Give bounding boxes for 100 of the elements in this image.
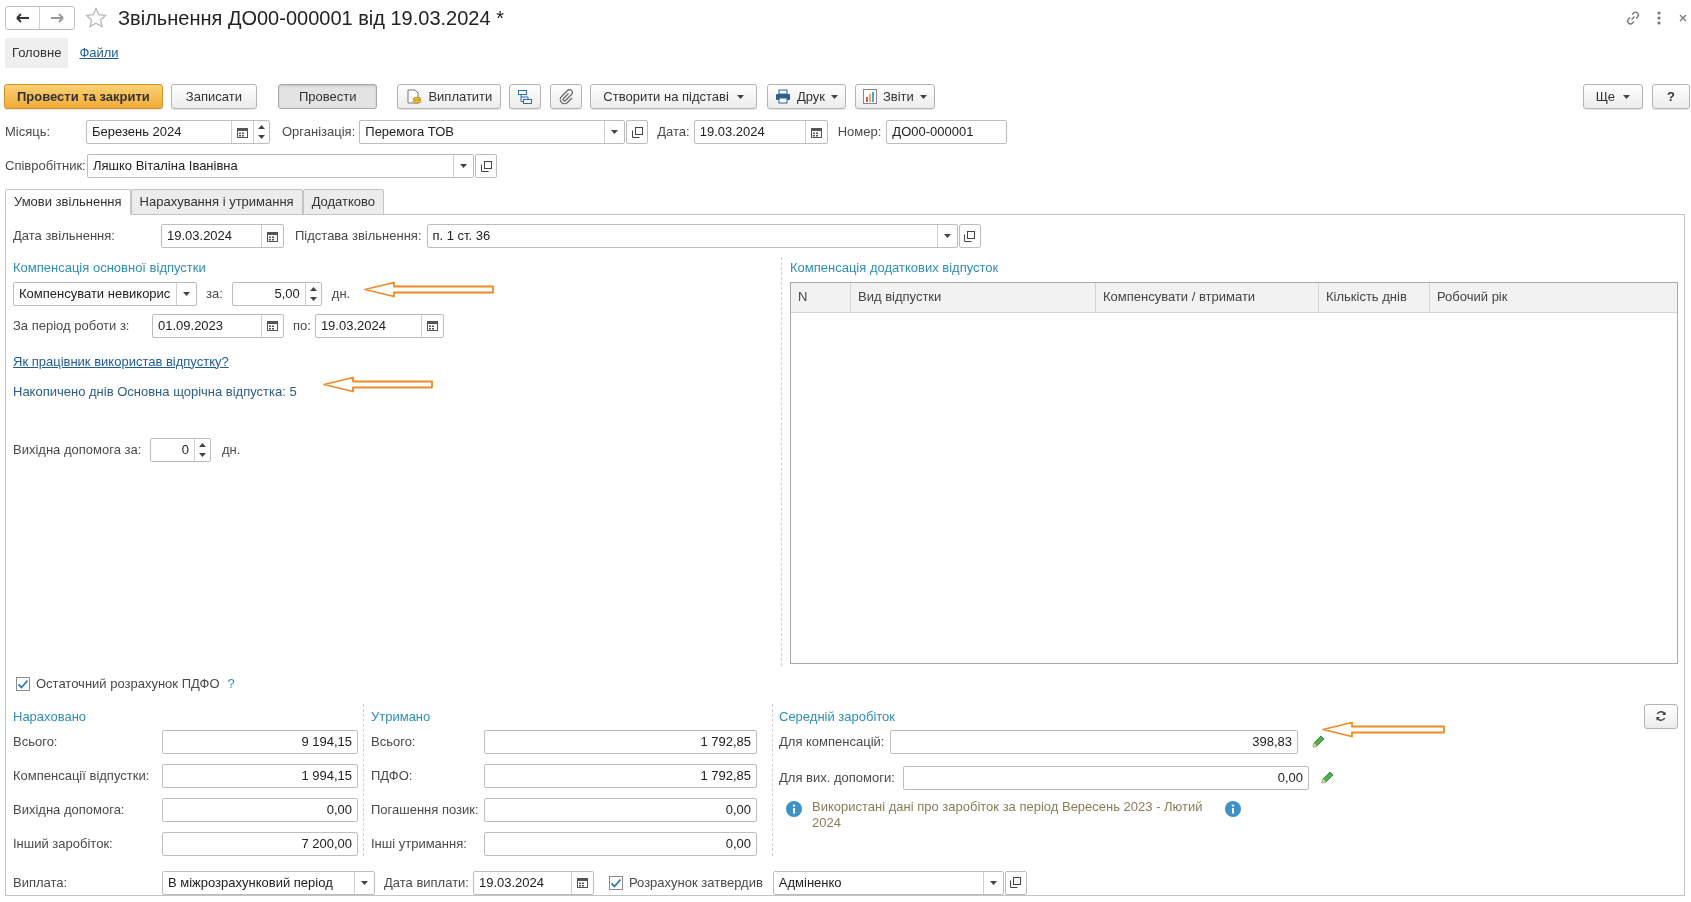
field-label: За період роботи з:	[13, 316, 131, 335]
amount-field[interactable]: 0,00	[484, 832, 757, 856]
open-button[interactable]	[958, 224, 981, 248]
field-label: Компенсації відпустки:	[13, 767, 151, 786]
nav-tab[interactable]: Головне	[5, 38, 69, 68]
field-label: Вихідна допомога:	[13, 801, 126, 820]
toolbar-button[interactable]: Звіти	[854, 84, 935, 109]
toolbar-button[interactable]: Провести	[277, 84, 378, 109]
nav-tab[interactable]: Файли	[72, 38, 126, 68]
input-field[interactable]: ДО00-000001	[886, 120, 1008, 144]
amount-field[interactable]: 9 194,15	[162, 730, 358, 754]
toolbar-button[interactable]: Провести та закрити	[4, 84, 163, 109]
input-field[interactable]: Березень 2024	[86, 120, 270, 144]
window-title: Звільнення ДО00-000001 від 19.03.2024 *	[118, 6, 504, 31]
amount-field[interactable]: 0,00	[162, 798, 358, 822]
input-field[interactable]: 5,00	[231, 281, 322, 306]
document-coins-icon	[406, 88, 423, 105]
link[interactable]: Як працівник використав відпустку?	[13, 353, 229, 369]
field-label: Розрахунок затвердив	[628, 873, 763, 892]
checkbox[interactable]	[16, 676, 30, 691]
column-header[interactable]: Робочий рік	[1430, 282, 1677, 312]
pencil-icon[interactable]	[1320, 771, 1334, 785]
tab[interactable]: Додатково	[302, 189, 385, 215]
section-title: Середній заробіток	[779, 707, 897, 726]
structure-icon	[517, 88, 534, 105]
section-title: Компенсація основної відпустки	[13, 259, 207, 277]
icon-button[interactable]	[509, 84, 542, 109]
input-field[interactable]: 19.03.2024	[314, 313, 444, 338]
field-label: Для вих. допомоги:	[779, 769, 896, 788]
input-field[interactable]: 0	[150, 437, 211, 462]
field-label: Виплата:	[13, 873, 69, 892]
calendar-icon	[810, 126, 822, 138]
amount-field[interactable]: 1 994,15	[162, 764, 358, 788]
input-field[interactable]: Адміненко	[772, 870, 1004, 895]
caret-icon	[830, 94, 838, 99]
field-label: Інший заробіток:	[13, 835, 114, 854]
amount-field[interactable]: 0,00	[903, 766, 1309, 790]
input-field[interactable]: В міжрозрахунковий період	[162, 870, 375, 895]
link-icon[interactable]	[1625, 10, 1641, 26]
star-icon[interactable]	[85, 7, 107, 29]
amount-field[interactable]: 1 792,85	[484, 764, 757, 788]
field-label: за:	[206, 284, 223, 303]
input-field[interactable]: Ляшко Віталіна Іванівна	[87, 154, 474, 178]
open-button[interactable]	[475, 154, 497, 178]
open-button[interactable]	[1004, 870, 1027, 895]
input-field[interactable]: Компенсувати невикорис	[13, 281, 197, 306]
help-link[interactable]: ?	[227, 674, 235, 694]
refresh-button[interactable]	[1644, 703, 1678, 729]
toolbar-button[interactable]: Ще	[1582, 84, 1644, 109]
field-label: Остаточний розрахунок ПДФО	[36, 675, 220, 693]
toolbar-button[interactable]: Записати	[170, 84, 257, 109]
input-field[interactable]: 19.03.2024	[693, 120, 828, 144]
toolbar-button[interactable]: ?	[1652, 84, 1690, 109]
field-label: Погашення позик:	[371, 801, 480, 820]
field-label: Вихідна допомога за:	[13, 440, 143, 459]
bar-chart-icon	[862, 89, 877, 104]
amount-field[interactable]: 1 792,85	[484, 730, 757, 754]
field-label: Дата звільнення:	[13, 227, 116, 246]
caret-icon	[183, 291, 190, 296]
toolbar-button[interactable]: Друк	[766, 84, 846, 109]
field-label: дн.	[222, 440, 241, 459]
field-label: Дата:	[657, 123, 690, 142]
field-label: Організація:	[282, 123, 356, 142]
more-icon[interactable]	[1657, 11, 1661, 25]
close-icon[interactable]	[1679, 13, 1687, 23]
calendar-icon	[267, 230, 278, 242]
column-header[interactable]: Вид відпустки	[851, 282, 1096, 312]
toolbar-button[interactable]: Виплатити	[397, 84, 502, 109]
printer-icon	[774, 89, 791, 104]
tab[interactable]: Умови звільнення	[5, 189, 131, 215]
checkbox[interactable]	[608, 875, 623, 890]
input-field[interactable]: 19.03.2024	[161, 224, 284, 248]
up-down-arrows-icon	[258, 124, 265, 140]
amount-field[interactable]: 7 200,00	[162, 832, 358, 856]
icon-button[interactable]	[550, 84, 583, 109]
column-header[interactable]: Кількість днів	[1319, 282, 1430, 312]
input-field[interactable]: Перемога ТОВ	[359, 120, 626, 144]
open-button[interactable]	[626, 120, 649, 144]
amount-field[interactable]: 398,83	[890, 730, 1298, 754]
column-header[interactable]: Компенсувати / втримати	[1096, 282, 1319, 312]
input-field[interactable]: п. 1 ст. 36	[426, 224, 958, 248]
field-label: Співробітник:	[5, 157, 87, 176]
field-label: Дата виплати:	[384, 873, 469, 892]
open-window-icon	[964, 230, 975, 242]
column-header[interactable]: N	[791, 282, 851, 312]
calendar-icon	[237, 126, 248, 138]
caret-icon	[989, 880, 997, 885]
field-label: Місяць:	[5, 123, 52, 142]
pencil-icon[interactable]	[1311, 735, 1325, 749]
toolbar-button[interactable]: Створити на підставі	[590, 84, 757, 109]
caret-icon	[1623, 94, 1631, 99]
input-field[interactable]: 01.09.2023	[152, 313, 284, 338]
caret-icon	[460, 164, 467, 168]
tab[interactable]: Нарахування і утримання	[130, 189, 303, 215]
checkmark-icon	[609, 876, 622, 889]
field-label: Інші утримання:	[371, 835, 468, 854]
section-title: Нараховано	[13, 707, 88, 726]
input-field[interactable]: 19.03.2024	[472, 870, 594, 895]
amount-field[interactable]: 0,00	[484, 798, 757, 822]
forward-arrow-icon	[50, 13, 64, 23]
